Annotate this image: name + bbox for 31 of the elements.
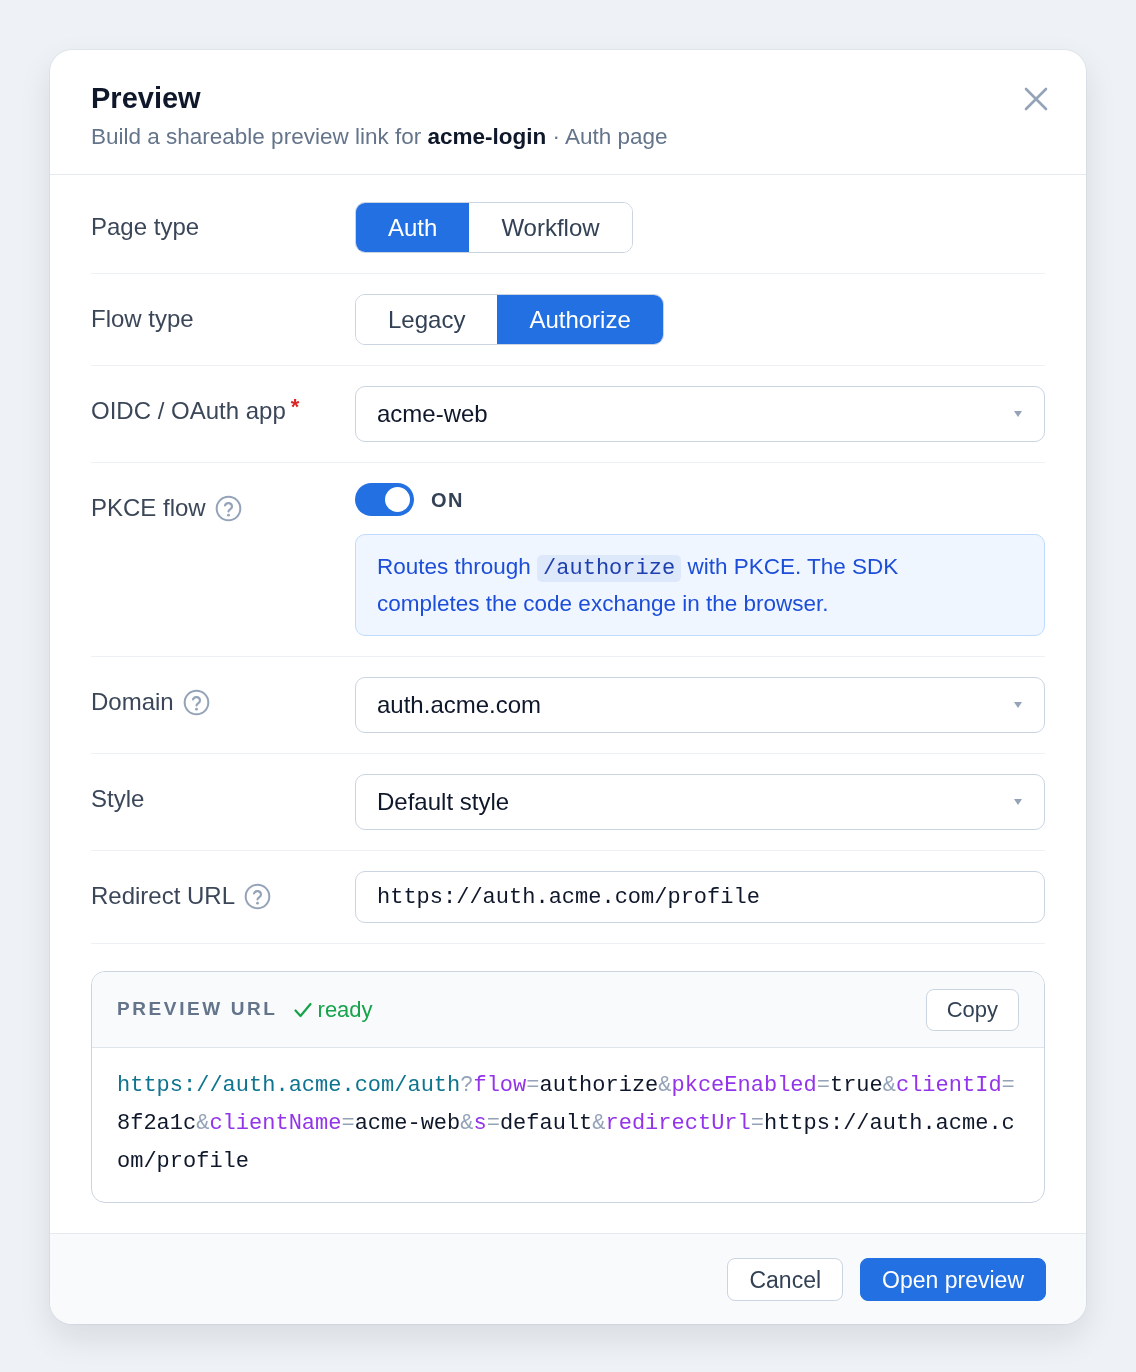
segment-option[interactable]: Auth — [356, 203, 470, 252]
field-label: OIDC / OAuth app — [91, 396, 286, 426]
caret-icon — [1014, 411, 1022, 417]
field-label: Redirect URL — [91, 881, 236, 911]
toggle-state-label: ON — [431, 487, 464, 513]
field-label: Page type — [91, 212, 200, 242]
caret-icon — [1014, 702, 1022, 708]
preview-url-text: https://auth.acme.com/auth?flow=authorize&pkceEnabled=true&clientId= 8f2a1c&clientName=acme-web&s=default&redirectUrl=https://auth.acme.com/profile — [117, 1072, 1016, 1176]
dialog-title: Preview — [91, 81, 202, 116]
select-field[interactable]: acme-web — [355, 386, 1045, 442]
check-icon — [293, 1001, 312, 1018]
copy-button[interactable]: Copy — [925, 988, 1019, 1031]
select-field[interactable]: Default style — [355, 774, 1045, 830]
caret-icon — [1014, 799, 1022, 805]
dialog-subtitle: Build a shareable preview link for acme-login · Auth page — [91, 123, 668, 151]
field-label: Flow type — [91, 304, 194, 334]
select-field[interactable]: auth.acme.com — [355, 677, 1045, 733]
panel-heading: PREVIEW URL — [117, 997, 278, 1022]
required-mark: * — [290, 396, 300, 418]
field-label: Style — [91, 784, 145, 814]
segment-option[interactable]: Authorize — [497, 295, 663, 344]
cancel-button[interactable]: Cancel — [727, 1258, 844, 1301]
url-input[interactable]: https://auth.acme.com/profile — [355, 871, 1045, 923]
field-label: Domain — [91, 687, 174, 717]
toggle-switch[interactable] — [355, 483, 414, 516]
open-preview-button[interactable]: Open preview — [860, 1258, 1046, 1301]
close-icon — [1024, 87, 1048, 111]
info-note: Routes through /authorize with PKCE. The SDK completes the code exchange in the browser. — [355, 534, 1045, 636]
field-label: PKCE flow — [91, 493, 206, 523]
close-button[interactable] — [1024, 87, 1048, 111]
status-text: ready — [317, 996, 373, 1024]
